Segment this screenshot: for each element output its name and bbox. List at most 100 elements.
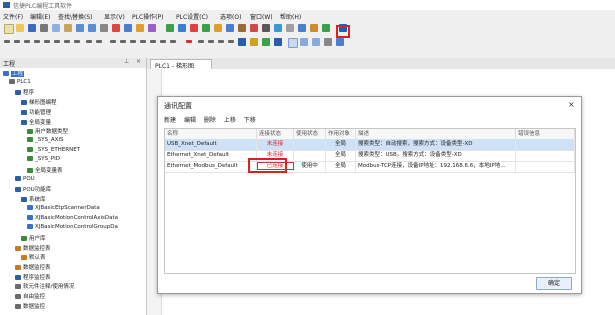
window-icon[interactable] [298, 24, 306, 32]
tree-item[interactable]: _SYS_PID [27, 156, 60, 162]
tree-item[interactable]: 用户库 [21, 234, 46, 242]
vline-icon[interactable] [96, 40, 102, 43]
zoom-in-icon[interactable] [300, 38, 308, 46]
edit-button[interactable]: 编辑 [184, 117, 196, 124]
save-icon[interactable] [28, 24, 36, 32]
tree-item[interactable]: 软元件注释/使用情况 [15, 282, 74, 290]
ok-button[interactable]: 确定 [536, 277, 572, 290]
panel-close-icon[interactable]: × [136, 58, 141, 65]
contact-no-icon[interactable] [4, 40, 10, 43]
tree-item[interactable]: 全局变量 [21, 118, 51, 126]
menu-help[interactable]: 帮助(H) [280, 12, 301, 21]
print-icon[interactable] [324, 38, 332, 46]
menu-find-replace[interactable]: 查找\替换(S) [58, 12, 93, 21]
arrow-up-icon[interactable] [198, 40, 204, 43]
arrow-down-icon[interactable] [208, 40, 214, 43]
delete-button[interactable]: 删除 [204, 117, 216, 124]
arrow-right-icon[interactable] [228, 40, 234, 43]
tree-item[interactable]: 数据监控表 [15, 263, 51, 271]
table-row[interactable]: Ethernet_Modbus_Default 已连接 使用中 全局 Modbus-TC… [165, 161, 575, 173]
branch-icon[interactable] [44, 40, 50, 43]
pin-icon[interactable]: ⊥ [124, 58, 129, 65]
tree-item[interactable]: 数据监控表 [15, 244, 51, 252]
tree-item[interactable]: 默认表 [21, 253, 46, 261]
tree-item[interactable]: _SYS_ETHERNET [27, 146, 80, 153]
tree-item[interactable]: 梯形图编程 [21, 98, 57, 106]
alarm-icon[interactable] [250, 24, 258, 32]
tree-item[interactable]: XJBasicMotionControlGroupDa [27, 224, 118, 230]
undo-icon[interactable] [76, 24, 84, 32]
hline-icon[interactable] [86, 40, 92, 43]
block-m-icon[interactable] [238, 38, 246, 46]
option-icon[interactable] [310, 24, 318, 32]
tool-icon[interactable] [286, 24, 294, 32]
menu-plc-settings[interactable]: PLC设置(C) [176, 12, 208, 21]
run-icon[interactable] [202, 24, 210, 32]
tree-item[interactable]: PLC1 [9, 78, 31, 85]
block-d-icon[interactable] [274, 38, 282, 46]
contact-nc-icon[interactable] [14, 40, 20, 43]
edge-down-icon[interactable] [140, 40, 146, 43]
tree-item[interactable]: 数据监控 [15, 302, 45, 310]
network-icon[interactable] [274, 24, 282, 32]
instruction-icon[interactable] [74, 40, 80, 43]
shortcut-icon[interactable] [336, 38, 344, 46]
program-icon[interactable] [124, 24, 132, 32]
invert-icon[interactable] [150, 40, 156, 43]
reset-icon[interactable] [170, 40, 176, 43]
set-icon[interactable] [160, 40, 166, 43]
menu-file[interactable]: 文件(F) [3, 12, 23, 21]
zoom-fit-icon[interactable] [288, 38, 298, 48]
settings-icon[interactable] [214, 24, 222, 32]
move-up-button[interactable]: 上移 [224, 117, 236, 124]
upload-icon[interactable] [178, 24, 186, 32]
download-icon[interactable] [166, 24, 174, 32]
cut-icon[interactable] [40, 24, 48, 32]
new-file-icon[interactable] [4, 24, 14, 34]
compile-icon[interactable] [112, 24, 120, 32]
tree-item[interactable]: POU功能库 [15, 185, 51, 193]
tree-item[interactable]: XJBasicEtpScannerData [27, 204, 100, 211]
tree-item[interactable]: 自由监控 [15, 292, 45, 300]
menu-plc-ops[interactable]: PLC操作(P) [132, 12, 163, 21]
contact-p-icon[interactable] [24, 40, 30, 43]
tree-item[interactable]: POU [15, 175, 35, 182]
tree-item[interactable]: 功能管理 [21, 108, 51, 116]
tree-item[interactable]: 程序 [15, 88, 34, 96]
redo-icon[interactable] [88, 24, 96, 32]
tree-item[interactable]: 程序监控表 [15, 273, 51, 281]
debug-icon[interactable] [238, 24, 246, 32]
monitor-table-icon[interactable] [226, 24, 234, 32]
edge-up-icon[interactable] [130, 40, 136, 43]
mark-icon[interactable] [186, 40, 192, 43]
stop-icon[interactable] [190, 24, 198, 32]
block-y-icon[interactable] [250, 38, 258, 46]
del-hline-icon[interactable] [110, 40, 116, 43]
tree-item[interactable]: 全局变量表 [27, 166, 63, 174]
coil-icon[interactable] [64, 40, 70, 43]
menu-view[interactable]: 显示(V) [104, 12, 125, 21]
open-folder-icon[interactable] [16, 24, 24, 32]
branch-nc-icon[interactable] [54, 40, 60, 43]
paste-icon[interactable] [64, 24, 72, 32]
block-c-icon[interactable] [262, 38, 270, 46]
tree-item[interactable]: XJBasicMotionControlAxisData [27, 214, 118, 221]
find-icon[interactable] [100, 24, 108, 32]
contact-f-icon[interactable] [34, 40, 40, 43]
copy-icon[interactable] [52, 24, 60, 32]
help-icon[interactable] [148, 24, 156, 32]
tree-item[interactable]: 工程 [3, 69, 25, 77]
tree-item[interactable]: _SYS_AXIS [27, 136, 64, 143]
tree-item[interactable]: 用户数据类型 [27, 127, 68, 135]
new-button[interactable]: 新建 [164, 117, 176, 124]
zoom-out-icon[interactable] [312, 38, 320, 46]
tree-item[interactable]: 系统库 [21, 195, 46, 203]
arrow-left-icon[interactable] [218, 40, 224, 43]
menu-options[interactable]: 选项(O) [220, 12, 241, 21]
menu-edit[interactable]: 编辑(E) [30, 12, 50, 21]
dialog-close-icon[interactable]: × [568, 100, 575, 109]
monitor-icon[interactable] [136, 24, 144, 32]
menu-window[interactable]: 窗口(W) [250, 12, 273, 21]
del-vline-icon[interactable] [120, 40, 126, 43]
config-icon[interactable] [262, 24, 270, 32]
